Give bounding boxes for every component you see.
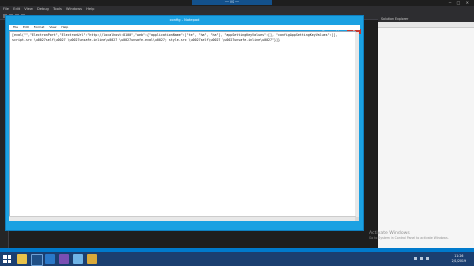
- notepad-text-area[interactable]: [eval("","ElectronPort","ElectronUrl":"h…: [9, 31, 356, 217]
- network-icon[interactable]: [414, 257, 417, 260]
- start-button[interactable]: [3, 255, 11, 263]
- notepad-taskbar-icon[interactable]: [73, 254, 83, 264]
- notepad-title: config - Notepad: [169, 18, 200, 22]
- folder-taskbar-icon[interactable]: [87, 254, 97, 264]
- notepad-titlebar[interactable]: config - Notepad ─ □ ✕: [6, 16, 363, 34]
- flag-icon[interactable]: [426, 257, 429, 260]
- menu-help[interactable]: Help: [86, 6, 94, 13]
- menu-tools[interactable]: Tools: [53, 6, 62, 13]
- text-line: script-src \u0027self\u0027 \u0027unsafe…: [12, 38, 280, 42]
- vertical-scrollbar[interactable]: [355, 32, 359, 217]
- system-clock[interactable]: 11:26 2/1/2019: [452, 254, 466, 263]
- menu-edit[interactable]: Edit: [13, 6, 20, 13]
- scrollbar-corner: [355, 217, 359, 221]
- menu-view[interactable]: View: [24, 6, 33, 13]
- notepad-menu-view[interactable]: View: [49, 25, 56, 30]
- notepad-window: config - Notepad ─ □ ✕ File Edit Format …: [5, 15, 364, 231]
- solution-explorer: Solution Explorer: [378, 16, 474, 248]
- remote-session-bar[interactable]: ── VS ──: [192, 0, 272, 5]
- windows-logo-icon-pane: [7, 255, 11, 259]
- powershell-taskbar-icon[interactable]: [31, 254, 43, 266]
- notepad-window-controls: ─ □ ✕: [319, 17, 361, 34]
- menu-file[interactable]: File: [3, 6, 9, 13]
- windows-logo-icon-pane: [3, 259, 7, 263]
- clock-date: 2/1/2019: [451, 258, 466, 263]
- notepad-menu-file[interactable]: File: [13, 25, 18, 30]
- menu-windows[interactable]: Windows: [66, 6, 82, 13]
- windows-logo-icon-pane: [7, 259, 11, 263]
- internet-explorer-taskbar-icon[interactable]: [45, 254, 55, 264]
- menu-debug[interactable]: Debug: [37, 6, 49, 13]
- activation-watermark: Activate Windows Go to System in Control…: [369, 231, 449, 240]
- windows-logo-icon: [3, 255, 7, 259]
- file-explorer-taskbar-icon[interactable]: [17, 254, 27, 264]
- solution-explorer-toolbar: [378, 22, 474, 28]
- taskbar: 11:26 2/1/2019: [0, 252, 474, 266]
- horizontal-scrollbar[interactable]: [9, 216, 356, 221]
- watermark-subtitle: Go to System in Control Panel to activat…: [369, 236, 449, 240]
- vs-menu-bar: File Edit View Debug Tools Windows Help: [0, 6, 474, 13]
- notepad-menu-edit[interactable]: Edit: [23, 25, 29, 30]
- visual-studio-taskbar-icon[interactable]: [59, 254, 69, 264]
- notepad-menu-bar: File Edit Format View Help: [9, 25, 360, 30]
- notepad-menu-help[interactable]: Help: [61, 25, 68, 30]
- volume-icon[interactable]: [420, 257, 423, 260]
- notepad-menu-format[interactable]: Format: [34, 25, 45, 30]
